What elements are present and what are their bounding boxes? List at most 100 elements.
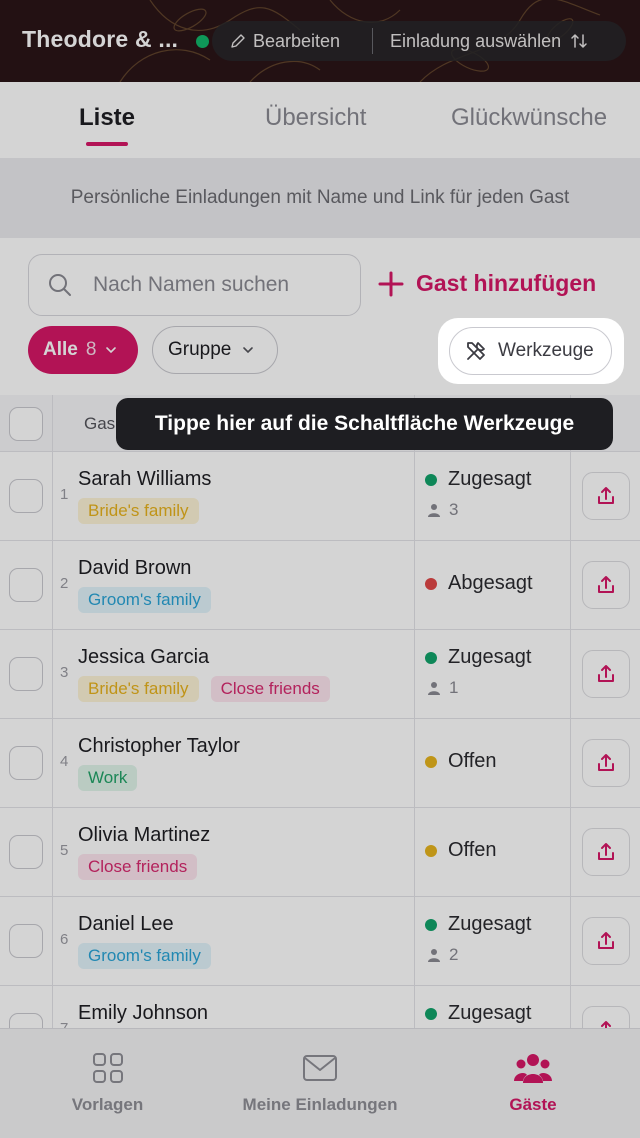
filter-group-chip[interactable]: Gruppe — [152, 326, 278, 374]
share-button[interactable] — [582, 561, 630, 609]
guest-name: Sarah Williams — [78, 468, 212, 490]
tag-badge: Close friends — [78, 854, 198, 880]
share-icon — [598, 932, 614, 949]
status-label: Abgesagt — [448, 572, 533, 594]
app-header: Theodore & ... Bearbeiten Einladung ausw… — [0, 0, 640, 82]
select-invitation-button[interactable]: Einladung auswählen — [373, 31, 589, 52]
status-dot — [196, 35, 209, 48]
guest-name: Jessica Garcia — [78, 646, 210, 668]
add-guest-label: Gast hinzufügen — [416, 270, 597, 296]
person-count-value: 1 — [449, 678, 459, 697]
add-guest-button[interactable]: Gast hinzufügen — [378, 270, 596, 297]
tag-badge: Groom's family — [78, 587, 211, 613]
tag-badge: Close friends — [210, 676, 330, 702]
table-row[interactable]: 6 Daniel Lee Groom's family Zugesagt 2 — [0, 897, 640, 986]
tab-liste[interactable]: Liste — [79, 104, 135, 132]
guest-table: Gas 1 Sarah Williams Bride's family Zuge… — [0, 395, 640, 1028]
tab-uebersicht[interactable]: Übersicht — [265, 104, 366, 132]
tag-badge: Bride's family — [78, 498, 199, 524]
guest-tags: Work — [78, 765, 138, 791]
share-button[interactable] — [582, 917, 630, 965]
tab-glueckwuensche[interactable]: Glückwünsche — [451, 104, 607, 132]
chevron-down-icon — [243, 347, 254, 354]
rsvp-status: Zugesagt — [425, 646, 531, 669]
filter-group-label: Gruppe — [168, 339, 232, 360]
guest-name: Olivia Martinez — [78, 824, 211, 846]
guest-name: Daniel Lee — [78, 913, 174, 935]
tools-button[interactable]: Werkzeuge — [449, 327, 612, 375]
chevron-down-icon — [106, 347, 117, 354]
sort-arrows-icon — [571, 34, 587, 48]
rsvp-status: Offen — [425, 839, 497, 862]
bottom-navigation: Vorlagen Meine Einladungen Gäste — [0, 1028, 640, 1138]
tutorial-tooltip: Tippe hier auf die Schaltfläche Werkzeug… — [116, 398, 613, 450]
table-row[interactable]: 4 Christopher Taylor Work Offen — [0, 719, 640, 808]
guest-tags: Groom's family — [78, 587, 211, 613]
share-button[interactable] — [582, 739, 630, 787]
guest-tags: Bride's family Close friends — [78, 676, 330, 702]
guest-name: Christopher Taylor — [78, 735, 240, 757]
nav-label: Gäste — [509, 1095, 557, 1114]
guest-tags: Groom's family — [78, 943, 211, 969]
table-row[interactable]: 5 Olivia Martinez Close friends Offen — [0, 808, 640, 897]
person-icon — [428, 682, 440, 695]
edit-button[interactable]: Bearbeiten — [212, 31, 372, 52]
nav-gaeste[interactable]: Gäste — [493, 1029, 573, 1138]
tag-badge: Groom's family — [78, 943, 211, 969]
row-number: 7 — [60, 1020, 68, 1028]
share-button[interactable] — [582, 1006, 630, 1028]
nav-vorlagen[interactable]: Vorlagen — [60, 1029, 155, 1138]
info-banner: Persönliche Einladungen mit Name und Lin… — [0, 158, 640, 238]
nav-label: Vorlagen — [71, 1095, 144, 1114]
status-dot — [425, 844, 437, 857]
row-checkbox[interactable] — [9, 657, 43, 691]
person-count-value: 3 — [449, 500, 459, 519]
table-row[interactable]: 2 David Brown Groom's family Abgesagt — [0, 541, 640, 630]
row-checkbox[interactable] — [9, 746, 43, 780]
share-button[interactable] — [582, 828, 630, 876]
row-checkbox[interactable] — [9, 924, 43, 958]
status-label: Zugesagt — [448, 1002, 532, 1024]
row-number: 2 — [60, 575, 69, 592]
person-icon — [428, 949, 440, 962]
rsvp-status: Zugesagt — [425, 913, 531, 936]
row-checkbox[interactable] — [9, 479, 43, 513]
share-icon — [598, 754, 614, 771]
share-button[interactable] — [582, 472, 630, 520]
share-icon — [598, 487, 614, 504]
row-checkbox[interactable] — [9, 1013, 43, 1028]
status-label: Offen — [448, 839, 497, 861]
row-checkbox[interactable] — [9, 568, 43, 602]
table-row[interactable]: 7 Emily Johnson Zugesagt — [0, 986, 640, 1028]
share-button[interactable] — [582, 650, 630, 698]
edit-label: Bearbeiten — [253, 30, 341, 51]
share-icon — [598, 665, 614, 682]
select-all-checkbox[interactable] — [9, 407, 43, 441]
nav-meine-einladungen[interactable]: Meine Einladungen — [230, 1029, 410, 1138]
person-count: 3 — [427, 500, 458, 520]
share-icon — [601, 1021, 611, 1028]
pencil-icon — [231, 34, 245, 48]
share-icon — [598, 576, 614, 593]
table-row[interactable]: 3 Jessica Garcia Bride's family Close fr… — [0, 630, 640, 719]
table-row[interactable]: 1 Sarah Williams Bride's family Zugesagt… — [0, 452, 640, 541]
filter-all-chip[interactable]: Alle 8 — [28, 326, 138, 374]
row-number: 3 — [60, 664, 69, 681]
status-label: Zugesagt — [448, 913, 532, 935]
guest-name: David Brown — [78, 557, 192, 579]
status-label: Offen — [448, 750, 497, 772]
row-number: 4 — [60, 753, 69, 770]
rsvp-status: Zugesagt — [425, 1002, 531, 1025]
select-invitation-label: Einladung auswählen — [390, 30, 562, 51]
status-dot — [425, 755, 437, 768]
guest-tags: Close friends — [78, 854, 198, 880]
person-count-value: 2 — [449, 945, 459, 964]
search-input[interactable] — [93, 273, 343, 297]
person-count: 2 — [427, 945, 458, 965]
rsvp-status: Zugesagt — [425, 468, 531, 491]
row-checkbox[interactable] — [9, 835, 43, 869]
column-guest-header: Gas — [84, 414, 116, 433]
status-dot — [425, 577, 437, 590]
tooltip-text: Tippe hier auf die Schaltfläche Werkzeug… — [154, 412, 575, 435]
envelope-icon — [303, 1055, 337, 1081]
